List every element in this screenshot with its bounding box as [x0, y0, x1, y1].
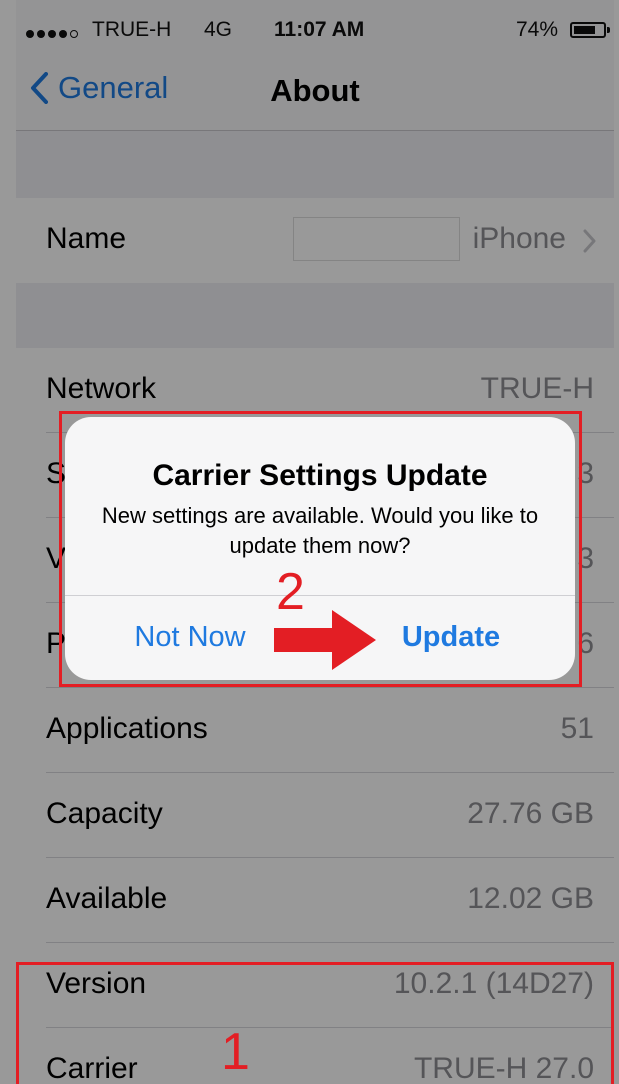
alert-title: Carrier Settings Update: [152, 459, 488, 492]
annotation-box-version-carrier: [16, 962, 614, 1084]
annotation-step-one: 1: [221, 1023, 250, 1081]
red-arrow-icon: [274, 610, 376, 670]
alert-message: New settings are available. Would you li…: [101, 503, 539, 558]
